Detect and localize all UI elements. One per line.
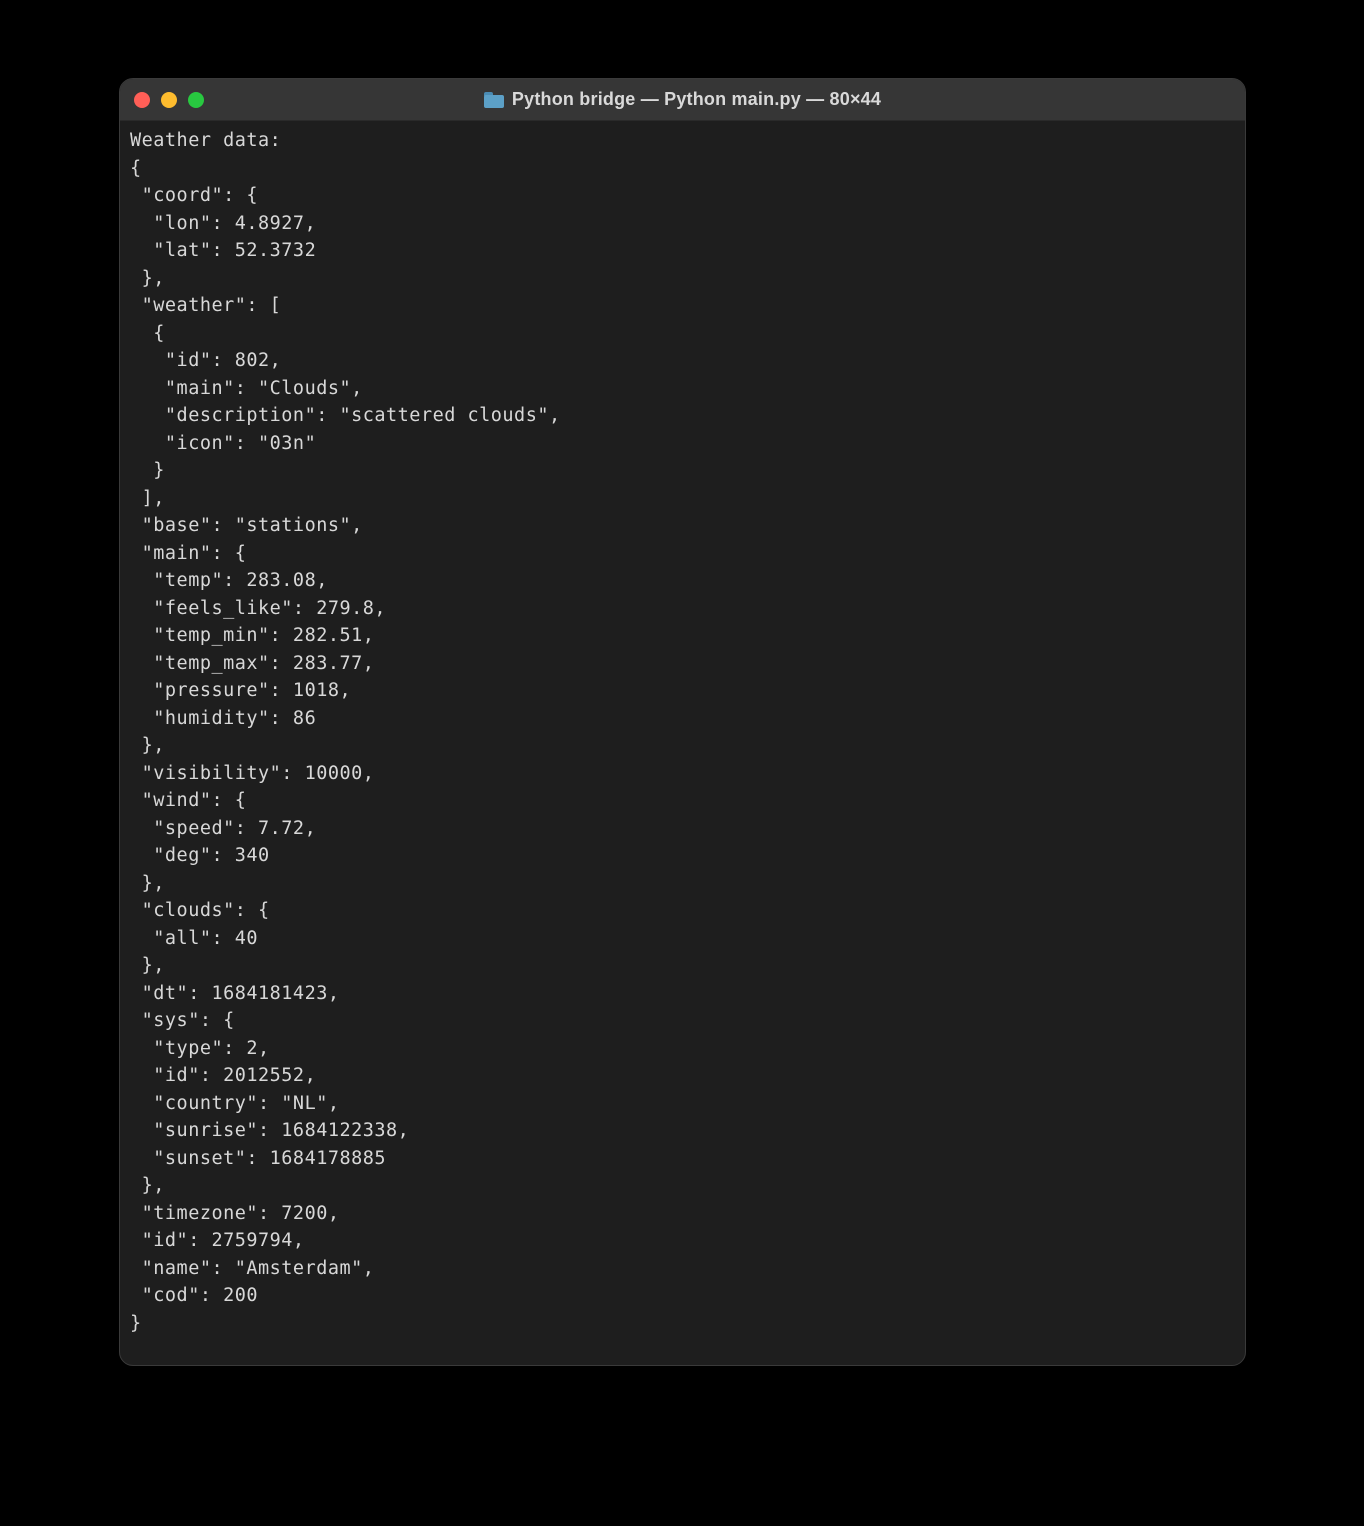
close-button[interactable] bbox=[134, 92, 150, 108]
minimize-button[interactable] bbox=[161, 92, 177, 108]
terminal-window: Python bridge — Python main.py — 80×44 W… bbox=[119, 78, 1246, 1366]
title-center: Python bridge — Python main.py — 80×44 bbox=[120, 79, 1245, 120]
titlebar[interactable]: Python bridge — Python main.py — 80×44 bbox=[120, 79, 1245, 121]
terminal-output[interactable]: Weather data: { "coord": { "lon": 4.8927… bbox=[120, 121, 1245, 1343]
traffic-lights bbox=[120, 92, 204, 108]
folder-icon bbox=[484, 92, 504, 108]
maximize-button[interactable] bbox=[188, 92, 204, 108]
window-title: Python bridge — Python main.py — 80×44 bbox=[512, 89, 881, 110]
